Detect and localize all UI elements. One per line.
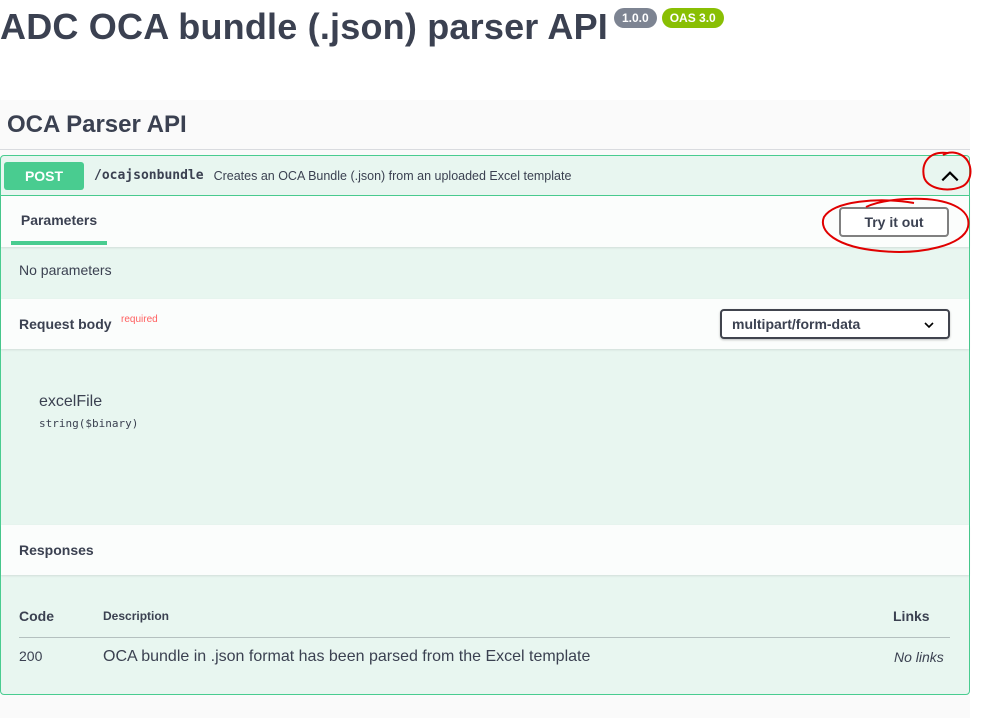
operation-summary[interactable]: POST /ocajsonbundle Creates an OCA Bundl… — [1, 156, 969, 196]
operation-block-post: POST /ocajsonbundle Creates an OCA Bundl… — [0, 155, 970, 695]
response-code: 200 — [19, 648, 43, 664]
response-links: No links — [894, 649, 944, 665]
column-header-links: Links — [893, 608, 930, 624]
tab-parameters[interactable]: Parameters — [11, 196, 107, 244]
tab-active-indicator — [11, 241, 107, 245]
oas-badge: OAS 3.0 — [661, 8, 724, 28]
version-badge: 1.0.0 — [613, 8, 657, 28]
tag-section-header[interactable]: OCA Parser API — [0, 100, 970, 230]
method-badge-post: POST — [4, 161, 84, 190]
table-divider — [19, 637, 950, 638]
parameters-header: Parameters Try it out — [1, 196, 969, 247]
chevron-up-icon[interactable] — [939, 165, 961, 187]
operation-path: /ocajsonbundle — [94, 168, 204, 183]
page-title: ADC OCA bundle (.json) parser API 1.0.0 … — [0, 4, 724, 50]
request-body-label: Request body — [19, 316, 112, 332]
chevron-down-icon — [924, 322, 934, 329]
responses-header: Responses — [1, 525, 969, 575]
field-type: string($binary) — [39, 417, 139, 430]
response-description: OCA bundle in .json format has been pars… — [103, 648, 591, 665]
content-type-value: multipart/form-data — [732, 316, 861, 332]
content-type-select[interactable]: multipart/form-data — [720, 309, 950, 339]
required-marker: required — [121, 314, 158, 325]
operation-summary-text: Creates an OCA Bundle (.json) from an up… — [213, 168, 572, 183]
responses-label: Responses — [19, 542, 94, 558]
column-header-description: Description — [103, 609, 170, 623]
request-body-header: Request body required multipart/form-dat… — [1, 299, 969, 349]
no-parameters-text: No parameters — [19, 262, 112, 278]
column-header-code: Code — [19, 608, 54, 624]
tag-name: OCA Parser API — [7, 110, 187, 138]
field-name: excelFile — [39, 393, 103, 410]
try-it-out-button[interactable]: Try it out — [839, 207, 949, 237]
api-title: ADC OCA bundle (.json) parser API — [0, 6, 608, 47]
